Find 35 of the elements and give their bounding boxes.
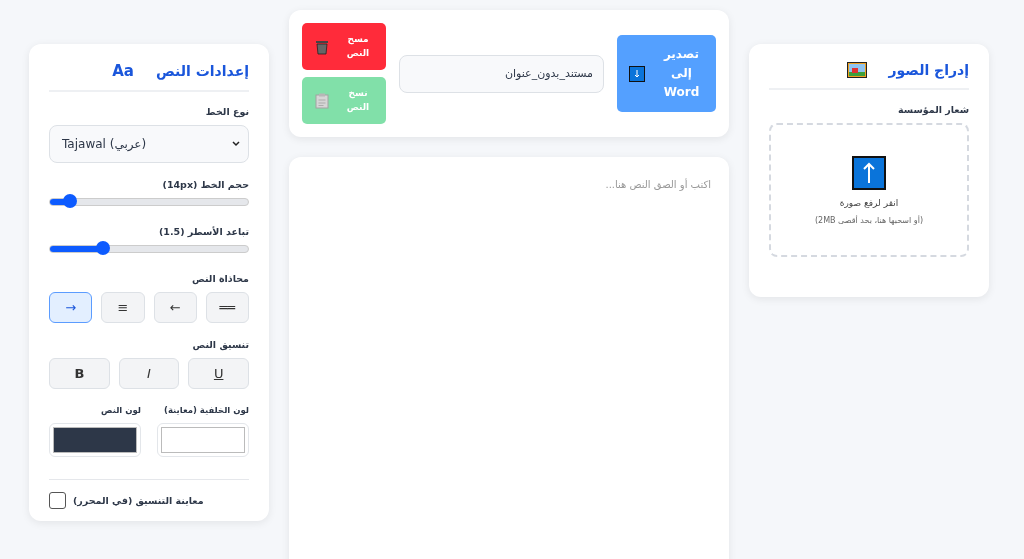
format-button[interactable]: B	[49, 358, 110, 389]
trash-icon	[315, 38, 329, 55]
align-button[interactable]: ≡	[101, 292, 145, 323]
field-label: لون الخلفية (معاينة)	[163, 405, 249, 415]
document-name-field[interactable]: مستند_بدون_عنوان	[399, 54, 604, 93]
panel-title: إعدادات النص	[155, 63, 249, 79]
format-button[interactable]: I	[118, 358, 180, 389]
chevron-down-icon	[232, 141, 240, 147]
align-button[interactable]: ══	[205, 292, 249, 323]
field-label: نوع الخط	[204, 106, 249, 117]
clipboard-icon	[315, 92, 329, 109]
picture-icon	[846, 62, 867, 78]
download-icon	[628, 65, 645, 82]
clear-button[interactable]: مسح النص	[302, 23, 386, 70]
slider-thumb[interactable]	[96, 241, 111, 255]
upload-dropzone[interactable]: انقر لرفع صورة (أو اسحبها هنا، بحد أقصى 2MB)	[769, 123, 969, 257]
font-icon: Aa	[112, 62, 134, 80]
checkbox[interactable]	[49, 492, 66, 509]
checkbox-label: معاينة التنسيق (في المحرر)	[73, 495, 204, 506]
field-label: تنسيق النص	[191, 339, 249, 350]
upload-hint: (أو اسحبها هنا، بحد أقصى 2MB)	[814, 215, 924, 225]
text-editor[interactable]: اكتب أو الصق النص هنا...	[289, 157, 729, 559]
field-label: شعار المؤسسة	[897, 104, 969, 115]
slider-thumb[interactable]	[62, 194, 77, 208]
align-button[interactable]: ←	[153, 292, 197, 323]
panel-title: إدراج الصور	[888, 62, 969, 78]
field-label: حجم الخط (14px)	[161, 179, 249, 190]
upload-icon	[852, 155, 886, 190]
field-label: تباعد الأسطر (1.5)	[158, 226, 249, 237]
format-button[interactable]: U	[188, 358, 249, 389]
field-label: لون النص	[100, 405, 141, 415]
align-button[interactable]: →	[49, 292, 93, 323]
field-label: محاذاة النص	[191, 273, 249, 284]
font-select[interactable]: Tajawal (عربي)	[49, 125, 249, 163]
upload-text: انقر لرفع صورة	[839, 197, 899, 208]
